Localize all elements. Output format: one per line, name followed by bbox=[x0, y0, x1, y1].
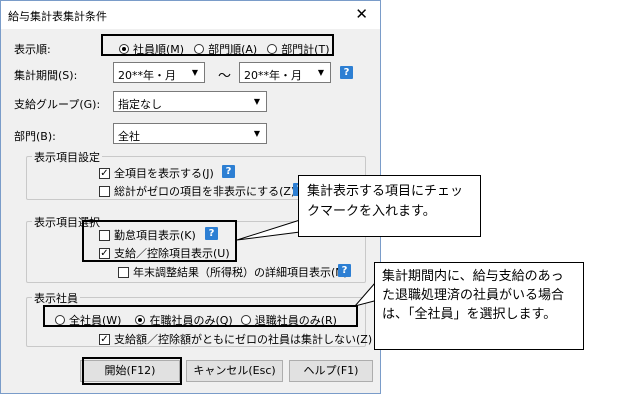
callout-pointer-1 bbox=[236, 219, 301, 241]
callout-all-employees: 集計期間内に、給与支給のあった退職処理済の社員がいる場合は、「全社員」を選択しま… bbox=[374, 262, 584, 350]
callout-checkmark: 集計表示する項目にチェックマークを入れます。 bbox=[298, 175, 481, 237]
